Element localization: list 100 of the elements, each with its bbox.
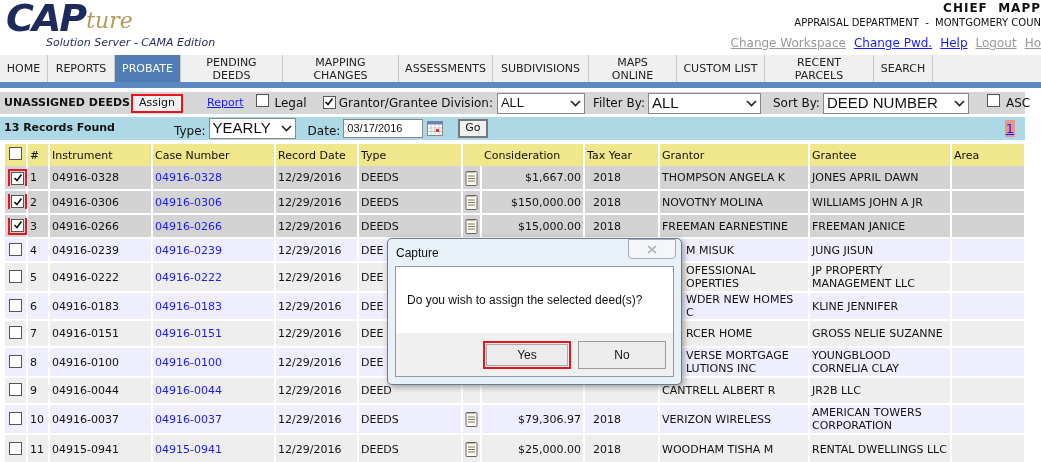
table-cell: THOMPSON ANGELA K [662, 171, 785, 184]
checkbox-label: Legal [274, 95, 307, 112]
dialog-button[interactable]: Yes [483, 340, 571, 369]
report-link[interactable]: Report [207, 94, 244, 112]
checkbox[interactable] [9, 411, 22, 425]
dropdown-select[interactable]: ALL [648, 92, 761, 114]
case-link[interactable]: 04916-0328 [155, 171, 222, 184]
checkbox[interactable] [9, 326, 22, 339]
dropdown-caret-icon [569, 99, 581, 107]
table-cell: $79,306.97 [518, 412, 581, 426]
dialog-title: Capture [395, 244, 439, 262]
header-link[interactable]: Change Pwd. [853, 34, 933, 52]
table-cell: OFESSIONAL OPERTIES [686, 264, 756, 290]
logo-script: ture [86, 10, 133, 32]
table-cell: 04916-0306 [52, 195, 119, 209]
case-link[interactable]: 04916-0037 [155, 412, 222, 426]
row-number: 9 [30, 384, 37, 397]
table-cell: RENTAL DWELLINGS LLC [812, 442, 947, 456]
go-button[interactable]: Go [458, 119, 488, 138]
checkbox[interactable] [322, 95, 336, 109]
checkbox[interactable] [9, 383, 22, 396]
table-cell: 12/29/2016 [278, 327, 342, 340]
table-cell: WILLIAMS JOHN A JR [812, 195, 923, 209]
sort-label: Sort By: [773, 95, 820, 112]
table-cell: 04916-0100 [52, 355, 119, 369]
table-cell: 12/29/2016 [278, 442, 342, 456]
dialog-message: Do you wish to assign the selected deed(s)? [407, 292, 643, 309]
nav-tab[interactable]: PROBATE [115, 55, 181, 82]
dropdown-caret-icon [746, 99, 757, 107]
table-cell: 12/29/2016 [278, 171, 342, 184]
notepad-icon[interactable] [465, 441, 478, 457]
table-cell: 12/29/2016 [278, 299, 342, 313]
checkbox[interactable] [9, 269, 22, 283]
filter-label: Filter By: [592, 95, 645, 112]
notepad-icon[interactable] [465, 411, 478, 427]
table-cell: RCER HOME [686, 327, 753, 340]
table-cell: 12/29/2016 [278, 195, 342, 209]
row-number: 1 [30, 171, 37, 184]
table-cell: FREEMAN JANICE [812, 219, 906, 233]
department-label: APPRAISAL DEPARTMENT - MONTGOMERY COUN [794, 16, 1041, 29]
checkbox[interactable] [9, 441, 22, 455]
checkbox[interactable] [255, 94, 269, 107]
case-link[interactable]: 04915-0941 [155, 442, 222, 456]
table-cell: VERSE MORTGAGE LUTIONS INC [686, 349, 789, 375]
dropdown-select[interactable]: ALL [496, 92, 585, 114]
table-cell: 04916-0266 [52, 219, 119, 233]
section-title: UNASSIGNED DEEDS [4, 94, 131, 111]
table-cell: 12/29/2016 [278, 412, 342, 426]
table-cell: 12/29/2016 [278, 219, 342, 233]
case-link[interactable]: 04916-0151 [155, 327, 222, 340]
date-field[interactable]: 03/17/2016 [343, 119, 424, 138]
checkbox[interactable] [9, 298, 22, 312]
assign-button[interactable]: Assign [131, 93, 184, 113]
select-all-checkbox[interactable] [9, 147, 22, 160]
table-cell: 2018 [593, 195, 621, 209]
case-link[interactable]: 04916-0222 [155, 270, 222, 284]
table-cell: 12/29/2016 [278, 355, 342, 369]
case-link[interactable]: 04916-0044 [155, 384, 222, 397]
row-number: 11 [30, 442, 44, 456]
table-cell: DEEDS [361, 219, 399, 233]
table-cell: DEE [361, 243, 384, 257]
table-cell: DEE [361, 327, 384, 340]
logo-tagline: Solution Server - CAMA Edition [45, 36, 216, 49]
table-cell: JUNG JISUN [812, 243, 874, 257]
table-cell: CANTRELL ALBERT R [662, 384, 776, 397]
table-cell: 04916-0222 [52, 270, 119, 284]
table-cell: AMERICAN TOWERS CORPORATION [812, 406, 922, 432]
checkbox-label: Grantor/Grantee Division: [338, 95, 493, 112]
notepad-icon[interactable] [465, 194, 478, 210]
table-cell: 04915-0941 [52, 442, 119, 456]
table-cell: DEE [361, 299, 384, 313]
dropdown-select[interactable]: YEARLY [208, 118, 296, 139]
notepad-icon[interactable] [465, 169, 478, 186]
case-link[interactable]: 04916-0100 [155, 355, 222, 369]
user-name: CHIEF MAPP [943, 1, 1041, 16]
row-number: 6 [30, 299, 37, 313]
dialog-button[interactable]: No [578, 340, 666, 369]
dropdown-select[interactable]: DEED NUMBER [822, 92, 969, 114]
table-cell: $1,667.00 [525, 171, 581, 184]
calendar-icon[interactable] [427, 121, 444, 136]
table-cell: 2018 [593, 442, 621, 456]
table-cell: 04916-0183 [52, 299, 119, 313]
table-cell: $25,000.00 [518, 442, 581, 456]
case-link[interactable]: 04916-0183 [155, 299, 222, 313]
table-cell: $150,000.00 [511, 195, 581, 209]
table-cell: WOODHAM TISHA M [662, 442, 774, 456]
records-count: 13 Records Found [4, 120, 116, 137]
row-number: 3 [30, 219, 37, 233]
row-number: 5 [30, 270, 37, 284]
case-link[interactable]: 04916-0306 [155, 195, 222, 209]
notepad-icon[interactable] [465, 218, 478, 234]
table-cell: 12/29/2016 [278, 243, 342, 257]
checkbox[interactable] [9, 242, 22, 256]
table-cell: YOUNGBLOOD CORNELIA CLAY [812, 349, 900, 375]
case-link[interactable]: 04916-0266 [155, 219, 222, 233]
header-link[interactable]: Help [940, 34, 968, 52]
checkbox[interactable] [986, 94, 1000, 107]
checkbox[interactable] [9, 354, 22, 368]
case-link[interactable]: 04916-0239 [155, 243, 222, 257]
table-cell: 12/29/2016 [278, 270, 342, 284]
